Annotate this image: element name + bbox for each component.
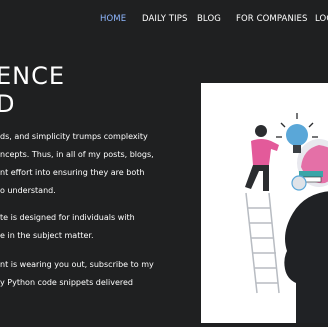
paragraph-line: ds, and simplicity trumps complexity [0, 132, 148, 141]
paragraph-line: nt is wearing you out, subscribe to my [0, 260, 154, 269]
nav-login[interactable]: LOG [315, 14, 328, 24]
hero-illustration [201, 83, 328, 323]
paragraph-line: y Python code snippets delivered [0, 278, 133, 287]
nav-for-companies[interactable]: FOR COMPANIES [236, 14, 307, 24]
paragraph-line: ncepts. Thus, in all of my posts, blogs, [0, 150, 154, 159]
paragraph-line: te is designed for individuals with [0, 213, 135, 222]
hero-heading-line2: D [0, 90, 16, 118]
intro-paragraph-1: ds, and simplicity trumps complexity nce… [0, 128, 154, 200]
nav-home[interactable]: HOME [100, 14, 126, 24]
hero-heading: ENCE D [0, 62, 65, 118]
person-lightbulb-head-illustration [245, 113, 328, 323]
nav-daily-tips[interactable]: DAILY TIPS [142, 14, 187, 24]
intro-paragraph-2: te is designed for individuals with e in… [0, 209, 135, 245]
paragraph-line: o understand. [0, 186, 56, 195]
paragraph-line: e in the subject matter. [0, 231, 94, 240]
nav-blog[interactable]: BLOG [197, 14, 221, 24]
intro-paragraph-3: nt is wearing you out, subscribe to my y… [0, 256, 154, 292]
hero-heading-line1: ENCE [0, 62, 66, 90]
top-navigation: HOME DAILY TIPS BLOG FOR COMPANIES LOG [0, 0, 328, 40]
paragraph-line: nt effort into ensuring they are both [0, 168, 145, 177]
